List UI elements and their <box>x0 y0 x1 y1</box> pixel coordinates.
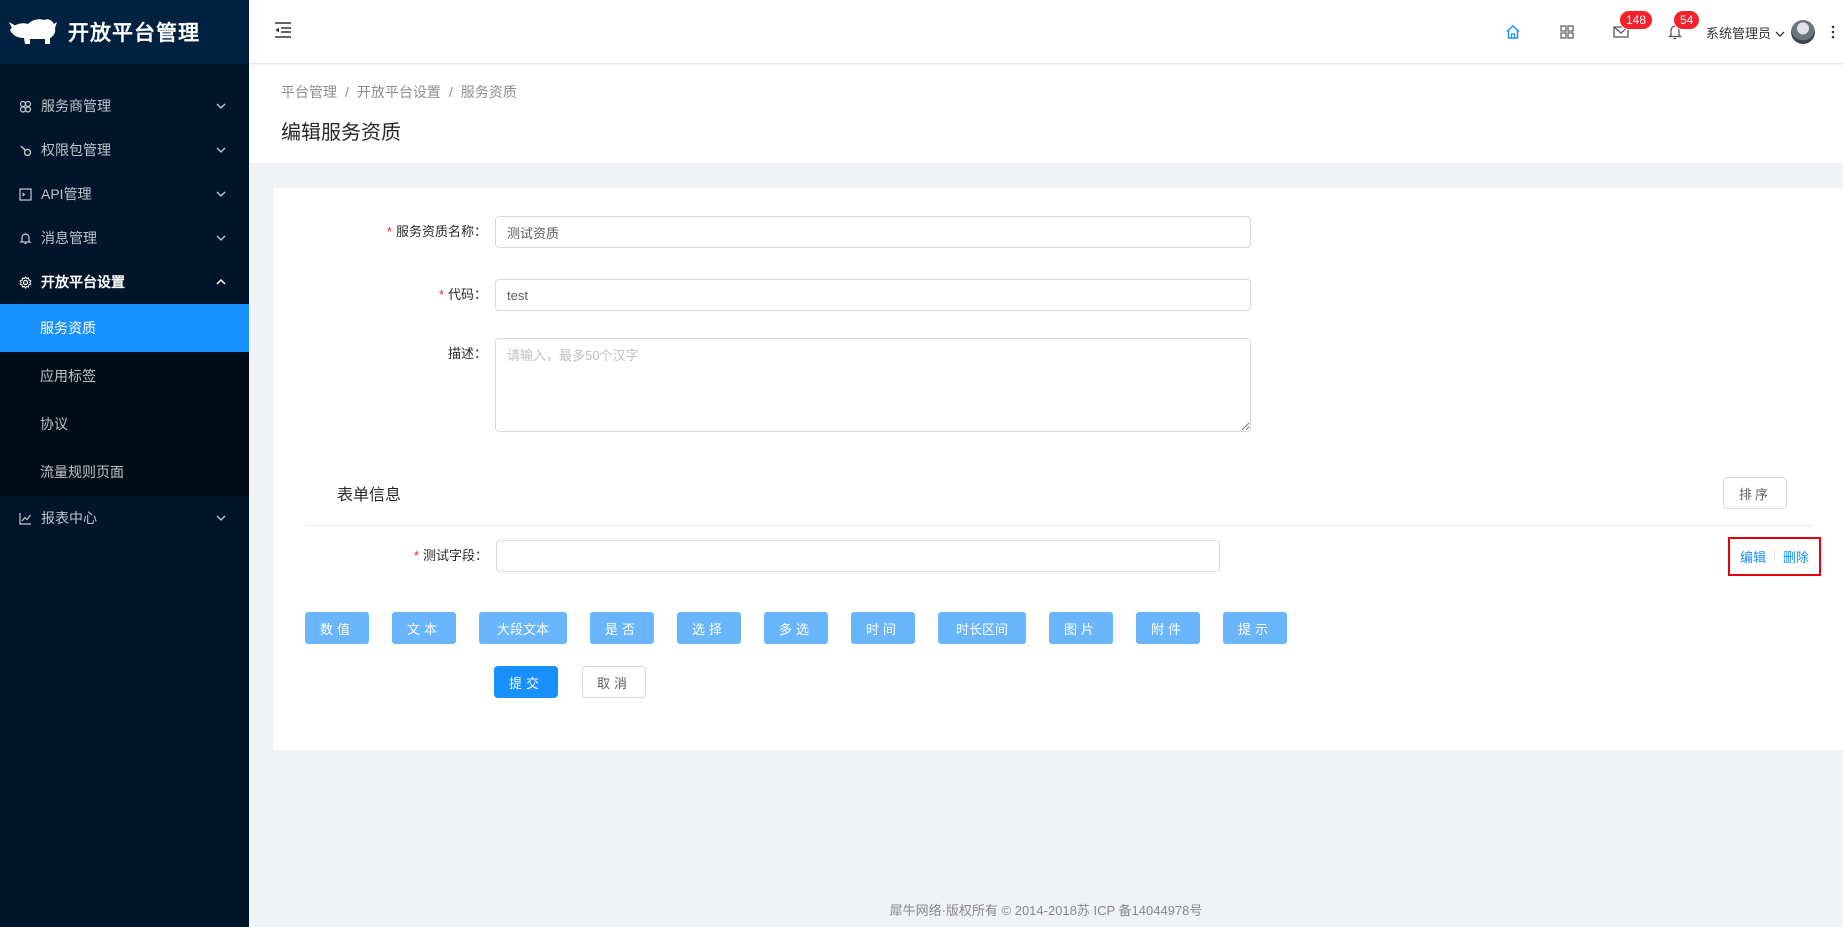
breadcrumb-item-current: 服务资质 <box>460 84 517 100</box>
sidebar-item-permission-package[interactable]: 权限包管理 <box>0 128 249 172</box>
sidebar-item-label: 开放平台设置 <box>41 274 125 290</box>
field-actions-highlight: 编辑 删除 <box>1728 537 1821 576</box>
sidebar-item-message[interactable]: 消息管理 <box>0 216 249 260</box>
add-number-field-button[interactable]: 数值 <box>305 612 369 644</box>
sidebar-subitem-agreement[interactable]: 协议 <box>0 400 249 448</box>
appstore-icon[interactable] <box>1540 0 1594 64</box>
code-input[interactable] <box>495 279 1251 311</box>
add-image-field-button[interactable]: 图片 <box>1049 612 1113 644</box>
breadcrumb-separator: / <box>345 84 349 100</box>
home-icon[interactable] <box>1486 0 1540 64</box>
user-menu[interactable]: 系统管理员 <box>1702 0 1823 64</box>
page-header: 平台管理 / 开放平台设置 / 服务资质 编辑服务资质 <box>249 65 1843 163</box>
page-title: 编辑服务资质 <box>281 122 401 144</box>
chevron-down-icon <box>215 512 227 524</box>
chevron-down-icon <box>215 100 227 112</box>
form-card: *服务资质名称： *代码： 描述： 表单信息 排序 *测试字段： 编辑 删除 数… <box>273 188 1843 750</box>
chevron-down-icon <box>215 232 227 244</box>
sidebar-subitem-app-tags[interactable]: 应用标签 <box>0 352 249 400</box>
add-text-field-button[interactable]: 文本 <box>392 612 456 644</box>
footer-copyright: 犀牛网络·版权所有 © 2014-2018苏 ICP 备14044978号 <box>889 903 1203 918</box>
chevron-down-icon <box>215 188 227 200</box>
qualification-name-input[interactable] <box>495 216 1251 248</box>
sort-button[interactable]: 排序 <box>1723 477 1787 509</box>
bell-icon <box>18 231 32 245</box>
test-field-input[interactable] <box>496 540 1220 572</box>
add-multiselect-field-button[interactable]: 多选 <box>764 612 828 644</box>
sidebar-item-label: 权限包管理 <box>41 142 111 158</box>
add-hint-field-button[interactable]: 提示 <box>1223 612 1287 644</box>
form-row-name: * 服务资质名称： <box>273 216 1251 248</box>
app-title: 开放平台管理 <box>68 22 200 45</box>
description-textarea[interactable] <box>495 338 1251 432</box>
api-key-icon <box>18 143 32 157</box>
gear-icon <box>18 275 32 289</box>
notice-count-badge: 54 <box>1673 11 1700 29</box>
sidebar-item-open-platform-settings[interactable]: 开放平台设置 <box>0 260 249 304</box>
cancel-button[interactable]: 取消 <box>582 666 646 698</box>
mail-icon[interactable]: 148 <box>1594 0 1653 64</box>
sidebar-item-label: 服务商管理 <box>41 98 111 114</box>
form-info-title: 表单信息 <box>337 487 402 504</box>
required-mark: * <box>386 224 392 239</box>
add-attachment-field-button[interactable]: 附件 <box>1136 612 1200 644</box>
sidebar-item-label: 消息管理 <box>41 230 97 246</box>
form-row-code: * 代码： <box>273 279 1251 311</box>
menu-fold-icon[interactable] <box>273 20 293 40</box>
add-select-field-button[interactable]: 选择 <box>677 612 741 644</box>
add-boolean-field-button[interactable]: 是否 <box>590 612 654 644</box>
breadcrumb-item[interactable]: 开放平台设置 <box>357 82 441 102</box>
chevron-down-icon <box>215 144 227 156</box>
divider <box>1774 549 1775 564</box>
submenu-open-platform-settings: 服务资质 应用标签 协议 流量规则页面 <box>0 304 249 496</box>
chevron-down-icon <box>1775 25 1785 40</box>
divider <box>305 525 1813 526</box>
sidebar-item-service-provider[interactable]: 服务商管理 <box>0 84 249 128</box>
required-mark: * <box>438 287 444 302</box>
avatar <box>1791 20 1815 44</box>
chevron-up-icon <box>215 276 227 288</box>
sidebar-subitem-service-qualification[interactable]: 服务资质 <box>0 304 249 352</box>
form-row-test-field: * 测试字段： <box>273 540 1220 572</box>
sidebar-item-api[interactable]: API管理 <box>0 172 249 216</box>
required-mark: * <box>413 548 419 563</box>
breadcrumb: 平台管理 / 开放平台设置 / 服务资质 <box>281 82 1843 102</box>
side-menu: 服务商管理 权限包管理 API管理 消息管理 开放平台设置 服务资质 应用标签 … <box>0 84 249 540</box>
sidebar-item-label: 报表中心 <box>41 510 97 526</box>
field-label: 描述： <box>447 346 487 361</box>
breadcrumb-item[interactable]: 平台管理 <box>281 82 337 102</box>
rhino-logo-icon <box>8 16 58 48</box>
user-name: 系统管理员 <box>1705 25 1771 41</box>
delete-field-link[interactable]: 删除 <box>1783 547 1809 566</box>
form-row-description: 描述： <box>273 338 1251 432</box>
more-vertical-icon[interactable] <box>1823 0 1843 64</box>
logo[interactable]: 开放平台管理 <box>0 0 249 64</box>
add-long-text-field-button[interactable]: 大段文本 <box>479 612 567 644</box>
add-time-field-button[interactable]: 时间 <box>851 612 915 644</box>
code-window-icon <box>18 187 32 201</box>
sidebar-subitem-traffic-rules[interactable]: 流量规则页面 <box>0 448 249 496</box>
field-label: * 服务资质名称： <box>386 224 487 239</box>
cluster-icon <box>18 99 32 113</box>
submit-button[interactable]: 提交 <box>494 666 558 698</box>
edit-field-link[interactable]: 编辑 <box>1740 547 1766 566</box>
field-label: * 代码： <box>438 287 487 302</box>
sidebar-item-label: API管理 <box>41 186 92 202</box>
top-header: 148 54 系统管理员 <box>249 0 1843 64</box>
breadcrumb-separator: / <box>448 84 453 100</box>
add-duration-range-field-button[interactable]: 时长区间 <box>938 612 1026 644</box>
sidebar: 开放平台管理 服务商管理 权限包管理 API管理 消息管理 开放平台设置 服务资… <box>0 0 249 927</box>
sidebar-item-report-center[interactable]: 报表中心 <box>0 496 249 540</box>
header-actions: 148 54 系统管理员 <box>1486 0 1843 64</box>
field-type-buttons: 数值 文本 大段文本 是否 选择 多选 时间 时长区间 图片 附件 提示 <box>305 612 1310 644</box>
bell-icon[interactable]: 54 <box>1648 0 1702 64</box>
field-label: * 测试字段： <box>413 548 488 563</box>
line-chart-icon <box>18 511 32 525</box>
